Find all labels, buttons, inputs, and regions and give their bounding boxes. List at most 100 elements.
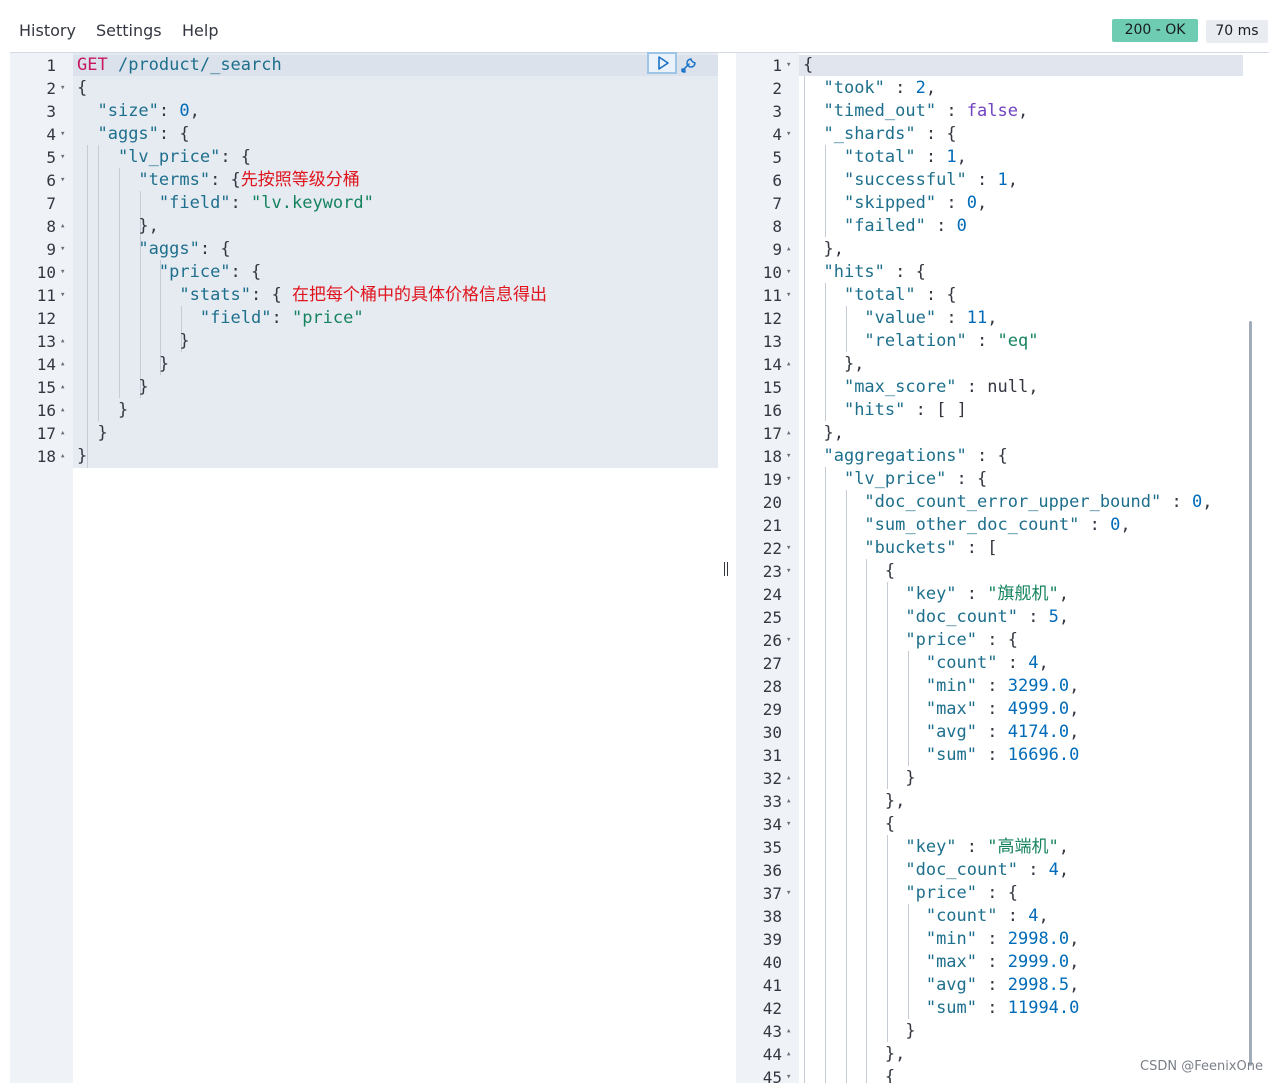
fold-toggle-icon[interactable]: ▴ [786, 422, 796, 445]
json-number: 0 [956, 216, 967, 236]
fold-toggle-icon[interactable]: ▾ [60, 169, 70, 192]
line-number: 33 [762, 792, 782, 811]
fold-toggle-icon[interactable]: ▾ [60, 284, 70, 307]
line-number: 8 [46, 217, 56, 236]
fold-toggle-icon[interactable]: ▾ [786, 261, 796, 284]
line-number: 9 [772, 240, 782, 259]
fold-toggle-icon[interactable]: ▾ [786, 468, 796, 491]
fold-toggle-icon[interactable]: ▾ [60, 146, 70, 169]
fold-toggle-icon[interactable]: ▾ [60, 238, 70, 261]
fold-toggle-icon[interactable]: ▴ [60, 330, 70, 353]
http-method: GET [77, 55, 108, 75]
fold-toggle-icon[interactable]: ▴ [786, 353, 796, 376]
fold-toggle-icon[interactable]: ▴ [60, 422, 70, 445]
fold-toggle-icon[interactable]: ▾ [786, 54, 796, 77]
menu-history[interactable]: History [19, 21, 76, 40]
status-badge: 200 - OK [1112, 19, 1198, 42]
fold-toggle-icon[interactable]: ▾ [786, 560, 796, 583]
fold-toggle-icon[interactable]: ▴ [786, 238, 796, 261]
code-token: } [158, 354, 170, 374]
line-number: 7 [46, 194, 56, 213]
fold-toggle-icon[interactable]: ▾ [786, 813, 796, 836]
fold-toggle-icon[interactable]: ▴ [60, 353, 70, 376]
line-number: 24 [762, 585, 782, 604]
line-number: 17 [36, 424, 56, 443]
json-number: 4 [1028, 906, 1039, 926]
line-number: 28 [762, 677, 782, 696]
line-number: 18 [36, 447, 56, 466]
request-path: /product/_search [117, 55, 282, 75]
fold-toggle-icon[interactable]: ▾ [786, 123, 796, 146]
fold-toggle-icon[interactable]: ▴ [60, 399, 70, 422]
json-string: "lv.keyword" [251, 193, 374, 213]
fold-toggle-icon[interactable]: ▴ [60, 215, 70, 238]
wrench-icon [681, 58, 696, 73]
line-number: 11 [36, 286, 56, 305]
line-number: 11 [762, 286, 782, 305]
run-request-button[interactable] [647, 52, 677, 74]
fold-toggle-icon[interactable]: ▾ [60, 77, 70, 100]
json-key: "aggs" [138, 239, 200, 259]
line-number: 40 [762, 953, 782, 972]
json-number: 4174.0 [1007, 722, 1070, 742]
line-number: 43 [762, 1022, 782, 1041]
fold-toggle-icon[interactable]: ▾ [786, 629, 796, 652]
request-editor[interactable]: 1 GET /product/_search 2 ▾{3 "size": 0, 4 ▾ "… [10, 53, 718, 1083]
line-number: 2 [772, 79, 782, 98]
fold-toggle-icon[interactable]: ▾ [786, 445, 796, 468]
play-icon [658, 56, 669, 70]
json-null: null [987, 377, 1029, 397]
line-number: 4 [772, 125, 782, 144]
line-number: 31 [762, 746, 782, 765]
line-number: 25 [762, 608, 782, 627]
json-array: [ ] [936, 400, 967, 420]
json-number: 2998.5 [1007, 975, 1070, 995]
line-number: 14 [762, 355, 782, 374]
code-token: } [77, 446, 88, 466]
fold-toggle-icon[interactable]: ▾ [786, 284, 796, 307]
fold-toggle-icon[interactable]: ▴ [786, 790, 796, 813]
fold-toggle-icon[interactable]: ▾ [60, 123, 70, 146]
json-number: 1 [997, 170, 1008, 190]
json-number: 4999.0 [1007, 699, 1070, 719]
line-number: 4 [46, 125, 56, 144]
line-number: 6 [772, 171, 782, 190]
line-number: 3 [46, 102, 56, 121]
line-number: 30 [762, 723, 782, 742]
json-key: "aggs" [97, 124, 159, 144]
menu-settings[interactable]: Settings [96, 21, 162, 40]
line-number: 22 [762, 539, 782, 558]
line-number: 9 [46, 240, 56, 259]
line-number: 42 [762, 999, 782, 1018]
fold-toggle-icon[interactable]: ▾ [786, 537, 796, 560]
fold-toggle-icon[interactable]: ▴ [786, 767, 796, 790]
line-number: 1 [46, 56, 56, 75]
fold-toggle-icon[interactable]: ▾ [786, 882, 796, 905]
line-number: 3 [772, 102, 782, 121]
json-number: 0 [1191, 492, 1203, 512]
line-number: 8 [772, 217, 782, 236]
fold-toggle-icon[interactable]: ▴ [786, 1043, 796, 1066]
drag-handle-icon[interactable] [722, 561, 730, 577]
json-number: 5 [1048, 607, 1059, 627]
json-number: 2999.0 [1007, 952, 1070, 972]
line-number: 18 [762, 447, 782, 466]
json-number: 16696.0 [1007, 745, 1080, 765]
line-number: 38 [762, 907, 782, 926]
fold-toggle-icon[interactable]: ▴ [60, 376, 70, 399]
line-number: 20 [762, 493, 782, 512]
request-settings-button[interactable] [679, 55, 699, 75]
line-number: 34 [762, 815, 782, 834]
line-number: 17 [762, 424, 782, 443]
fold-toggle-icon[interactable]: ▴ [60, 445, 70, 468]
fold-toggle-icon[interactable]: ▴ [786, 1020, 796, 1043]
top-menu-bar: History Settings Help 200 - OK 70 ms [0, 0, 1279, 52]
fold-toggle-icon[interactable]: ▾ [60, 261, 70, 284]
line-number: 1 [772, 56, 782, 75]
response-scrollbar-thumb[interactable] [1249, 321, 1252, 1066]
menu-help[interactable]: Help [182, 21, 218, 40]
line-number: 12 [36, 309, 56, 328]
code-token: } [179, 331, 190, 351]
fold-toggle-icon[interactable]: ▾ [786, 1066, 796, 1083]
response-viewer[interactable]: 1 ▾{2 "took" : 2, 3 "timed_out" : false, 4 ▾… [736, 53, 1256, 1083]
